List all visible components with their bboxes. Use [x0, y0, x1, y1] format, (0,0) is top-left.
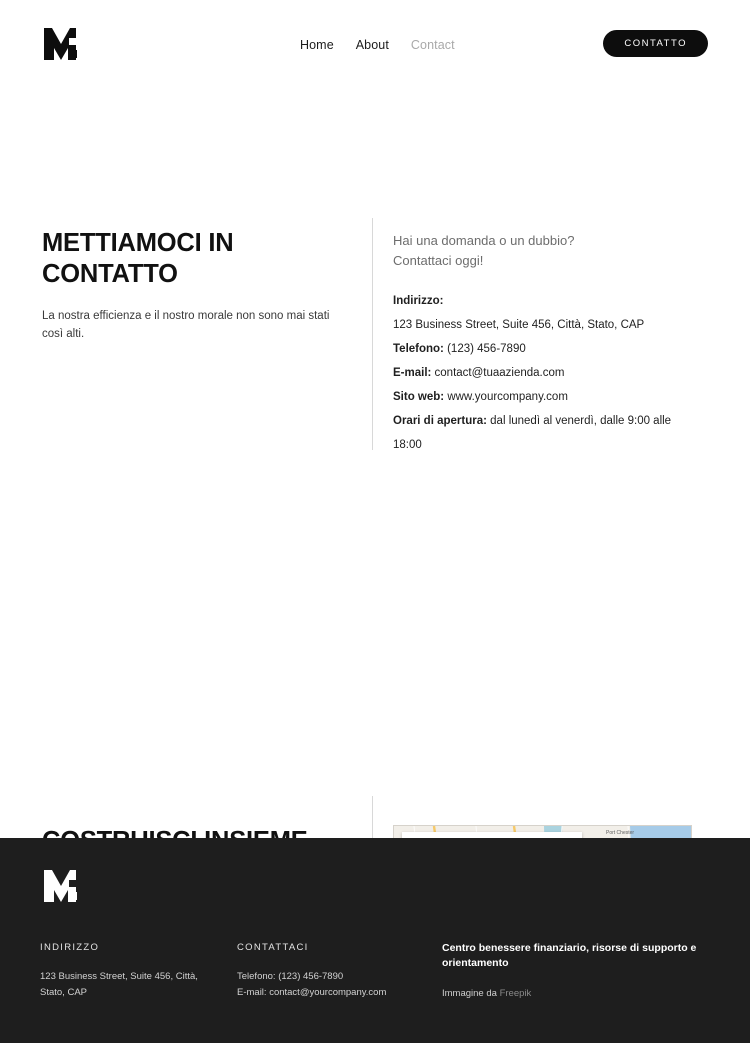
site-footer: INDIRIZZO 123 Business Street, Suite 456… — [0, 838, 750, 1043]
contact-question-line1: Hai una domanda o un dubbio? — [393, 233, 575, 248]
footer-address-column: INDIRIZZO 123 Business Street, Suite 456… — [40, 941, 225, 1001]
footer-logo[interactable] — [42, 868, 86, 904]
footer-tagline-column: Centro benessere finanziario, risorse di… — [442, 941, 712, 1001]
footer-logo-m-icon — [44, 870, 77, 902]
info-row-address-label: Indirizzo: — [393, 289, 693, 313]
footer-address-text: 123 Business Street, Suite 456, Città, S… — [40, 971, 198, 998]
page-title: METTIAMOCI IN CONTATTO — [42, 229, 234, 288]
footer-credit-link[interactable]: Freepik — [500, 988, 532, 999]
footer-tagline: Centro benessere finanziario, risorse di… — [442, 942, 697, 969]
contact-form-section: COSTRUISCI INSIEME UN GRANDE LEGAME CON … — [0, 388, 750, 1043]
email-value: contact@tuaazienda.com — [431, 367, 565, 379]
nav-link-home[interactable]: Home — [300, 37, 334, 53]
address-label: Indirizzo: — [393, 295, 444, 307]
phone-value: (123) 456-7890 — [443, 343, 526, 355]
info-row-email: E-mail: contact@tuaazienda.com — [393, 361, 693, 385]
contact-info-section: METTIAMOCI IN CONTATTO La nostra efficie… — [0, 88, 750, 451]
site-header: Home About Contact CONTATTO — [0, 0, 750, 88]
info-row-phone: Telefono: (123) 456-7890 — [393, 337, 693, 361]
footer-address-title: INDIRIZZO — [40, 942, 100, 953]
logo-m-icon — [44, 28, 77, 60]
nav-link-contact[interactable]: Contact — [411, 37, 455, 53]
nav-link-about[interactable]: About — [356, 37, 389, 53]
footer-contact-phone: Telefono: (123) 456-7890 — [237, 971, 344, 982]
contact-question-line2: Contattaci oggi! — [393, 253, 484, 268]
site-logo[interactable] — [42, 26, 86, 62]
footer-contact-title: CONTATTACI — [237, 942, 309, 953]
svg-text:Port Chester: Port Chester — [606, 830, 634, 836]
footer-credit-prefix: Immagine da — [442, 988, 500, 999]
info-row-address-value: 123 Business Street, Suite 456, Città, S… — [393, 319, 645, 331]
email-label: E-mail: — [393, 367, 432, 379]
main-nav: Home About Contact — [300, 37, 455, 53]
page-subtitle: La nostra efficienza e il nostro morale … — [42, 310, 330, 340]
contact-intro-block: METTIAMOCI IN CONTATTO La nostra efficie… — [42, 228, 352, 343]
phone-label: Telefono: — [393, 343, 444, 355]
footer-contact-email: E-mail: contact@yourcompany.com — [237, 987, 387, 998]
footer-contact-column: CONTATTACI Telefono: (123) 456-7890 E-ma… — [237, 941, 427, 1001]
header-contact-button[interactable]: CONTATTO — [603, 30, 708, 57]
contact-page: Home About Contact CONTATTO METTIAMOCI I… — [0, 0, 750, 1043]
footer-credit: Immagine da Freepik — [442, 987, 712, 1001]
